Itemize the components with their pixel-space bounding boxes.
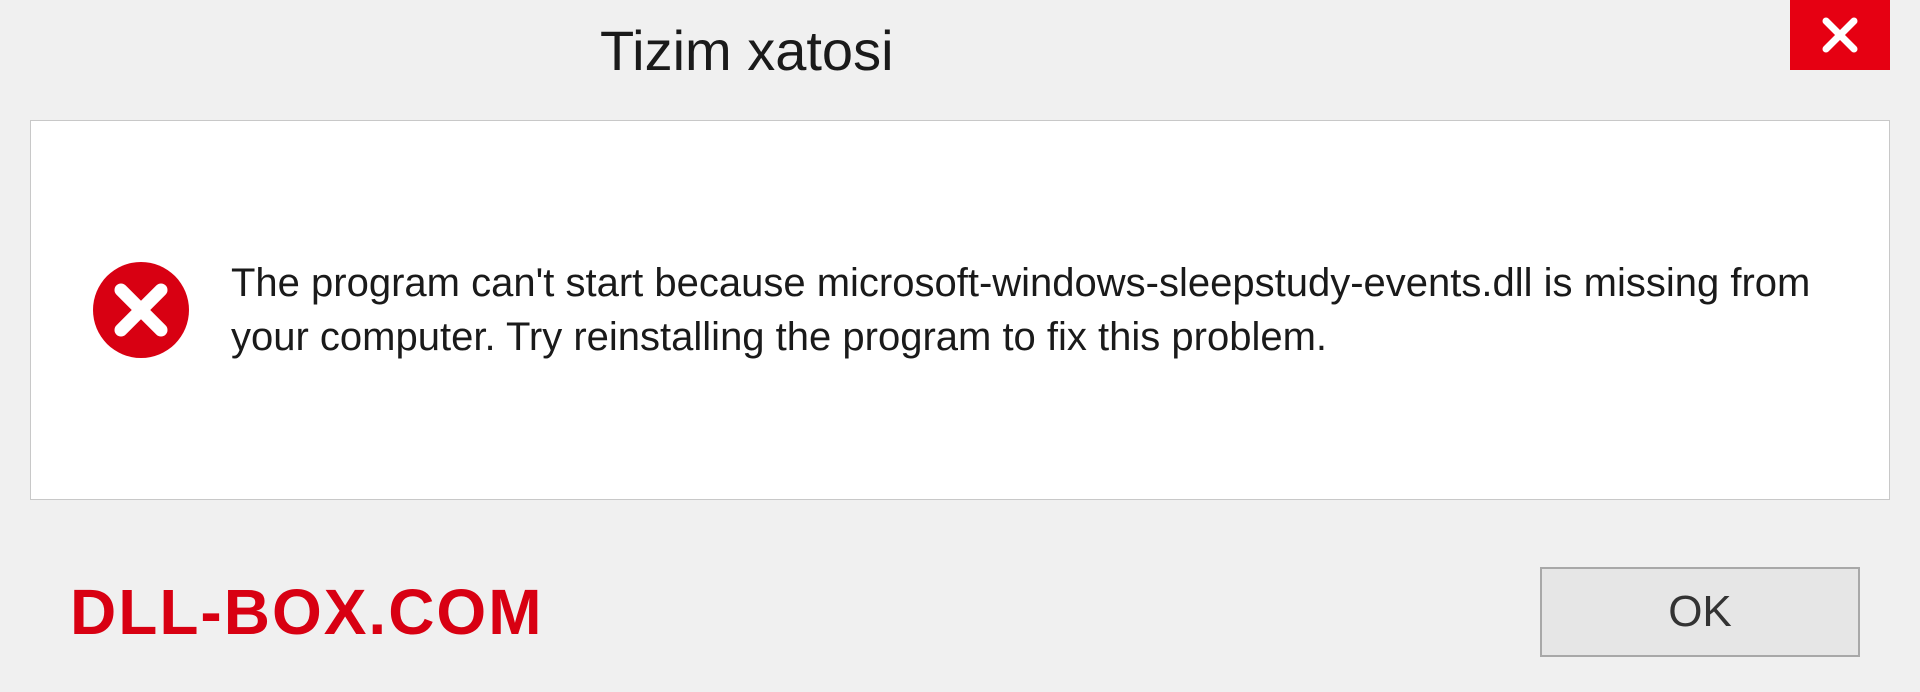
ok-button-label: OK <box>1668 587 1732 637</box>
message-panel: The program can't start because microsof… <box>30 120 1890 500</box>
error-message: The program can't start because microsof… <box>231 256 1829 364</box>
dialog-footer: DLL-BOX.COM OK <box>0 532 1920 692</box>
watermark-text: DLL-BOX.COM <box>70 575 544 649</box>
ok-button[interactable]: OK <box>1540 567 1860 657</box>
dialog-title: Tizim xatosi <box>600 18 894 83</box>
titlebar: Tizim xatosi <box>0 0 1920 100</box>
close-button[interactable] <box>1790 0 1890 70</box>
error-icon <box>91 260 191 360</box>
close-icon <box>1816 11 1864 59</box>
